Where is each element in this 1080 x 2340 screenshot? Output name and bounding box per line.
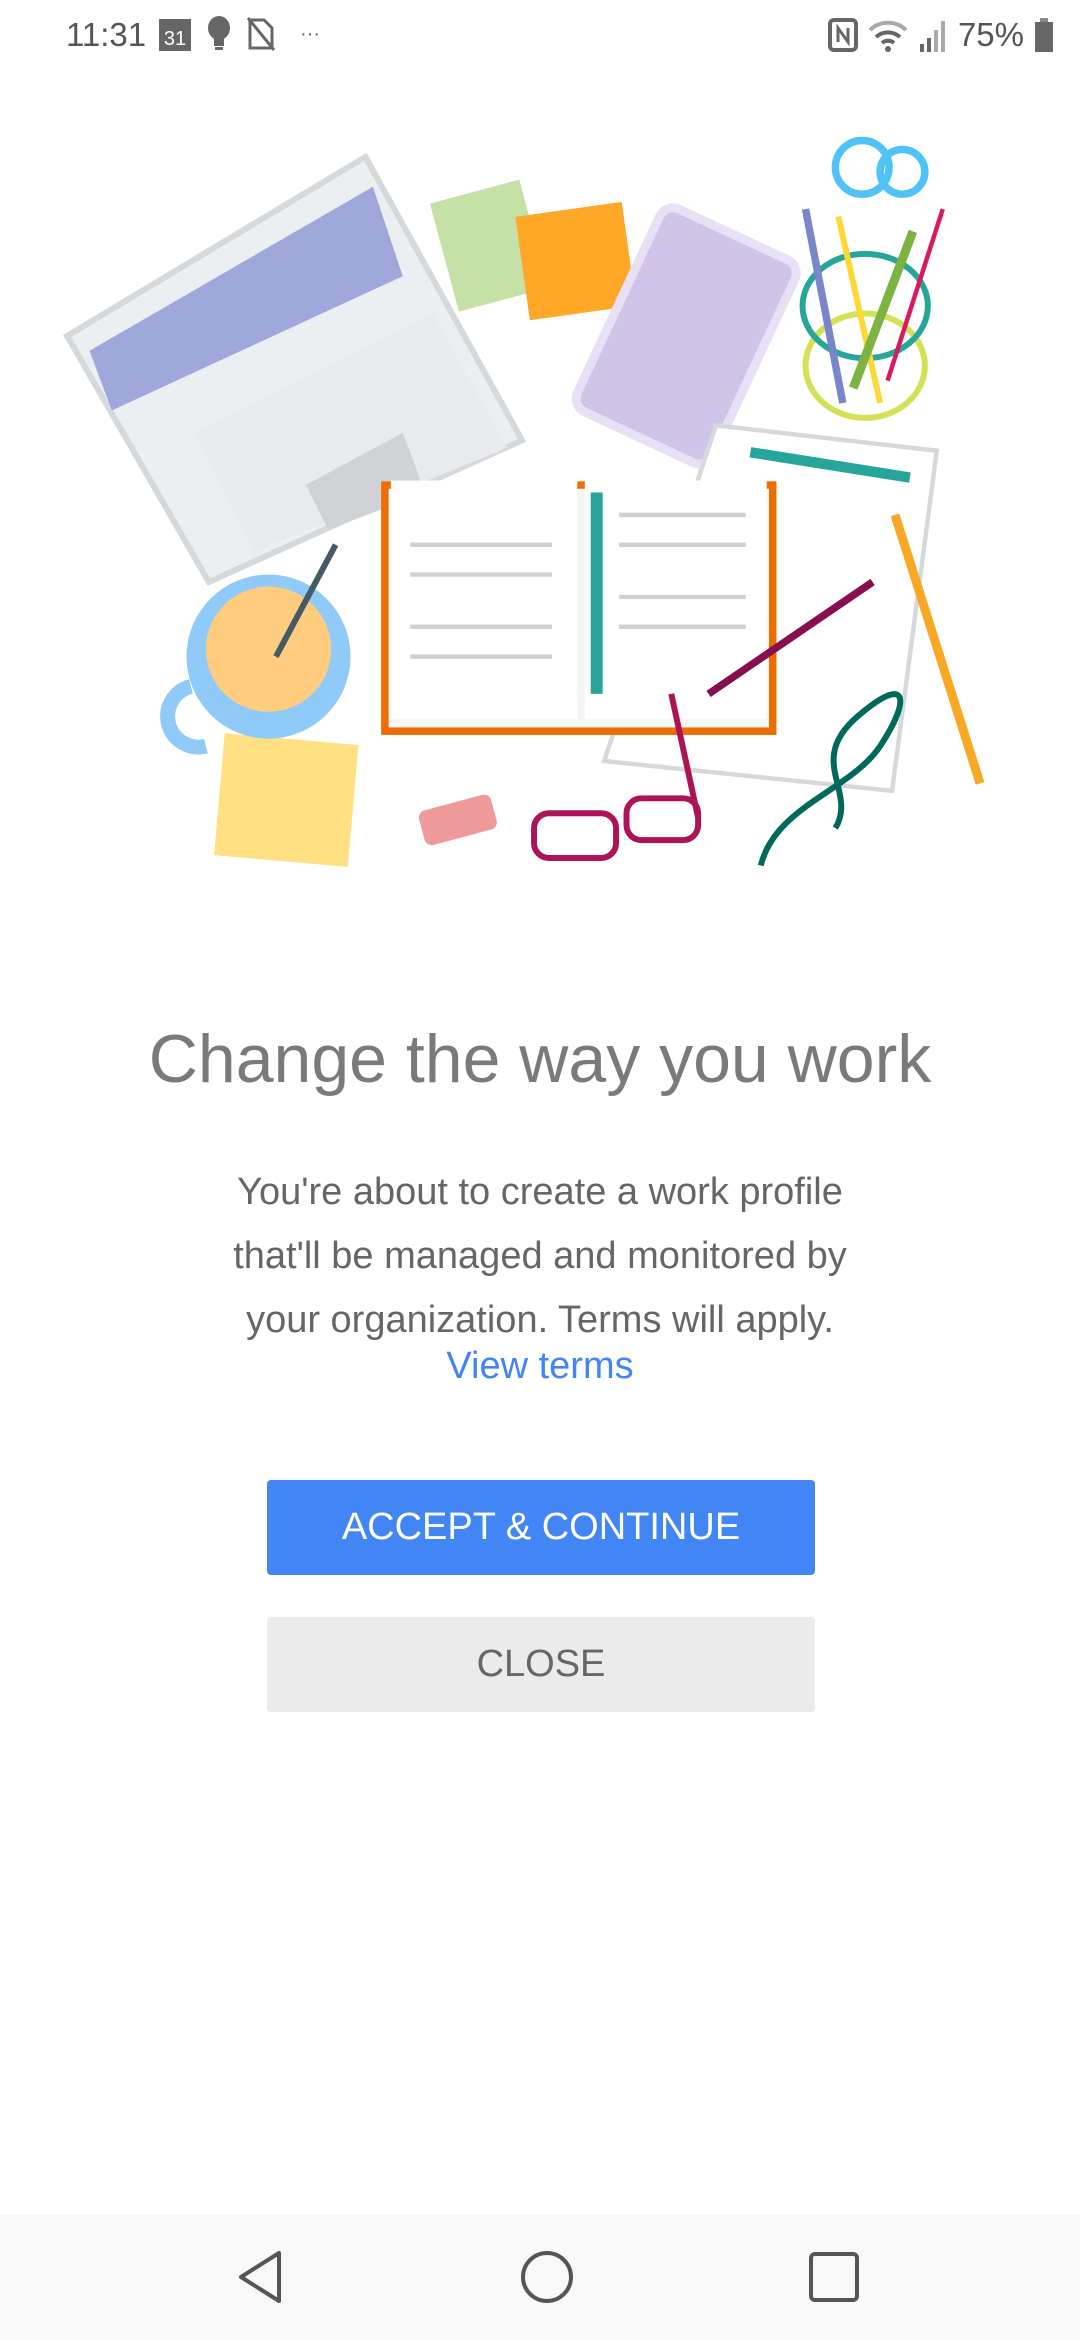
usb-stick xyxy=(418,794,497,846)
work-desk-illustration xyxy=(63,136,985,867)
back-icon[interactable] xyxy=(231,2247,291,2307)
home-icon[interactable] xyxy=(517,2247,577,2307)
page-title: Change the way you work xyxy=(148,1021,932,1097)
close-button[interactable]: CLOSE xyxy=(267,1617,815,1712)
sticky-note-yellow xyxy=(214,733,359,867)
view-terms-link[interactable]: View terms xyxy=(0,1345,1080,1388)
accept-continue-button[interactable]: ACCEPT & CONTINUE xyxy=(267,1480,815,1575)
description-line: that'll be managed and monitored by xyxy=(233,1235,847,1277)
description-line: You're about to create a work profile xyxy=(237,1171,843,1213)
coffee-cup xyxy=(160,543,351,755)
recents-icon[interactable] xyxy=(804,2247,864,2307)
navigation-bar xyxy=(0,2215,1080,2340)
pencil-cup xyxy=(799,136,945,421)
description-line: your organization. Terms will apply. xyxy=(246,1299,834,1341)
description: You're about to create a work profile th… xyxy=(140,1160,940,1352)
